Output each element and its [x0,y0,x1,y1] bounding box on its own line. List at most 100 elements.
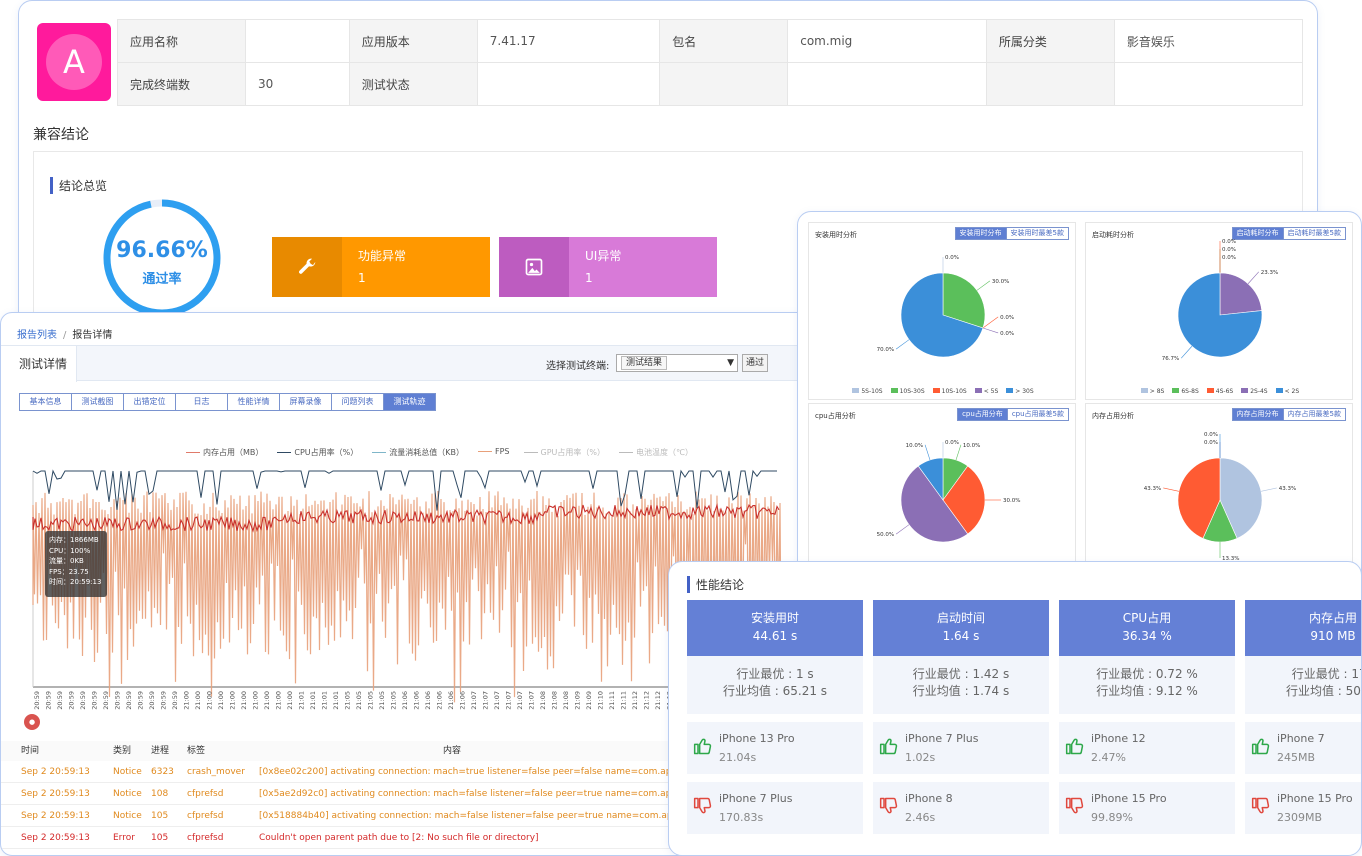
pass-button[interactable]: 通过 [742,354,768,372]
tooltip-line: 流量：0KB [49,557,84,565]
pie-legend-label: > 8S [1149,388,1165,395]
pie-slice-label: 70.0% [877,347,894,353]
pie-legend-item[interactable]: 2S-4S [1241,388,1268,395]
pie-chart[interactable]: 43.3%13.3%43.3%0.0%0.0% [1086,404,1354,582]
info-key: 包名 [659,19,789,63]
worst-device-name: iPhone 15 Pro [1091,792,1167,805]
time-tick-label: 20:59 [56,691,64,710]
time-tick-label: 21:00 [194,691,202,710]
breadcrumb-sep: / [63,330,67,341]
detail-title-bar: 测试详情 选择测试终端: 测试结果 ▼ 通过 [1,345,809,382]
pie-label-line [895,339,910,350]
pie-label-line [1247,271,1259,284]
breadcrumb-parent-link[interactable]: 报告列表 [17,330,57,341]
pie-label-line [1181,346,1193,359]
time-tick-label: 20:59 [148,691,156,710]
perf-metric-name: CPU占用 [1122,611,1172,625]
info-value [245,19,350,63]
log-tag: cfprefsd [187,811,224,821]
pie-slice-label: 0.0% [1204,432,1218,438]
pie-slice-label: 76.7% [1162,356,1179,362]
pie-legend-item[interactable]: 4S-6S [1206,388,1233,395]
thumbs-down-icon [1251,797,1270,814]
tab-screen-record[interactable]: 屏幕录像 [279,393,332,411]
pie-legend-swatch [1140,388,1148,393]
pie-legend-swatch [1275,388,1283,393]
time-tick-label: 21:06 [401,691,409,710]
device-select-value: 测试结果 [621,356,668,370]
tab-screenshots[interactable]: 测试截图 [71,393,124,411]
pie-chart[interactable]: 0.0% 10.0% 30.0% 50.0% 10.0% [809,404,1077,582]
log-header-type: 类别 [113,746,132,756]
time-tick-label: 21:00 [217,691,225,710]
worst-device-name: iPhone 7 Plus [719,792,793,805]
tab-test-detail[interactable]: 测试详情 [1,346,77,382]
perf-metric-name: 内存占用 [1308,611,1357,625]
pie-panel-install: 安装用时分析 安装用时分布 安装用时最差5款 0.0% 30.0% 0.0% 0.0%… [808,222,1076,400]
chevron-down-icon: ▼ [727,358,734,368]
pie-chart[interactable]: 0.0% 0.0% 0.0% 23.3% 76.7% [1086,223,1354,401]
best-device-value: 245MB [1277,751,1316,764]
ui-issue-card[interactable]: UI异常 1 [499,237,717,297]
tab-test-trace[interactable]: 测试轨迹 [383,393,436,411]
tab-logs[interactable]: 日志 [175,393,228,411]
info-value: 7.41.17 [476,19,661,63]
info-key: 应用名称 [117,19,246,63]
time-tick-label: 21:01 [332,691,340,710]
legend-swatch [478,451,492,452]
pie-slice[interactable] [1219,272,1263,316]
time-tick-label: 20:59 [90,691,98,710]
error-marker[interactable]: ● [24,714,40,730]
pie-legend-item[interactable]: > 30S [1006,388,1034,395]
tab-performance[interactable]: 性能详情 [227,393,280,411]
pie-label-line [924,444,931,461]
time-tick-label: 20:59 [33,691,41,710]
time-tick-label: 21:00 [240,691,248,710]
tab-basic-info[interactable]: 基本信息 [19,393,72,411]
info-key [659,62,789,106]
tab-error-location[interactable]: 出错定位 [123,393,176,411]
pie-legend-item[interactable]: < 2S [1275,388,1299,395]
pie-legend-item[interactable]: 10S-10S [932,388,967,395]
performance-summary-card: 性能结论 安装用时 44.61 s 行业最优 : 1 s 行业均值 : 65.21 s… [668,561,1362,856]
time-tick-label: 21:12 [631,691,639,710]
pie-legend: > 8S 6S-8S 4S-6S 2S-4S < 2S [1086,388,1354,395]
image-icon [499,237,569,297]
pie-label-line [982,316,999,329]
thumbs-up-icon [693,738,712,755]
log-pid: 105 [151,811,169,821]
pie-slice-label: 0.0% [945,255,959,261]
pie-legend-item[interactable]: > 8S [1140,388,1165,395]
time-tick-label: 21:08 [539,691,547,710]
thumbs-down-icon [693,797,712,814]
pie-slice-label: 10.0% [906,443,923,449]
thumbs-up-icon [1251,738,1270,755]
worst-device-box: iPhone 7 Plus 170.83s [687,782,863,834]
pie-legend-item[interactable]: < 5S [974,388,998,395]
pie-legend-swatch [1172,388,1180,393]
log-content: [0x5ae2d92c0] activating connection: mac… [259,789,725,799]
time-tick-label: 21:06 [436,691,444,710]
perf-industry-box: 行业最优 : 0.72 % 行业均值 : 9.12 % [1059,656,1235,714]
worst-device-name: iPhone 15 Pro [1277,792,1353,805]
perf-metric-name: 启动时间 [936,611,985,625]
pie-legend-item[interactable]: 10S-30S [890,388,925,395]
time-tick-label: 21:01 [320,691,328,710]
log-header-pid: 进程 [151,746,170,756]
time-tick-label: 21:00 [182,691,190,710]
pie-legend-label: 2S-4S [1250,388,1268,395]
perf-industry-avg: 行业均值 : 1.74 s [912,684,1010,698]
tab-issue-list[interactable]: 问题列表 [331,393,384,411]
log-pid: 6323 [151,767,174,777]
best-device-name: iPhone 7 Plus [905,732,979,745]
time-tick-label: 21:07 [470,691,478,710]
pie-legend-item[interactable]: 6S-8S [1172,388,1199,395]
time-tick-label: 21:06 [459,691,467,710]
app-icon-letter: A [46,34,102,90]
pie-legend-label: 10S-10S [941,388,967,395]
device-select[interactable]: 测试结果 ▼ [616,354,738,372]
pie-legend-item[interactable]: 5S-10S [852,388,883,395]
func-issue-card[interactable]: 功能异常 1 [272,237,490,297]
pie-chart[interactable]: 0.0% 30.0% 0.0% 0.0% 70.0% [809,223,1077,401]
info-value: 影音娱乐 [1113,19,1304,63]
